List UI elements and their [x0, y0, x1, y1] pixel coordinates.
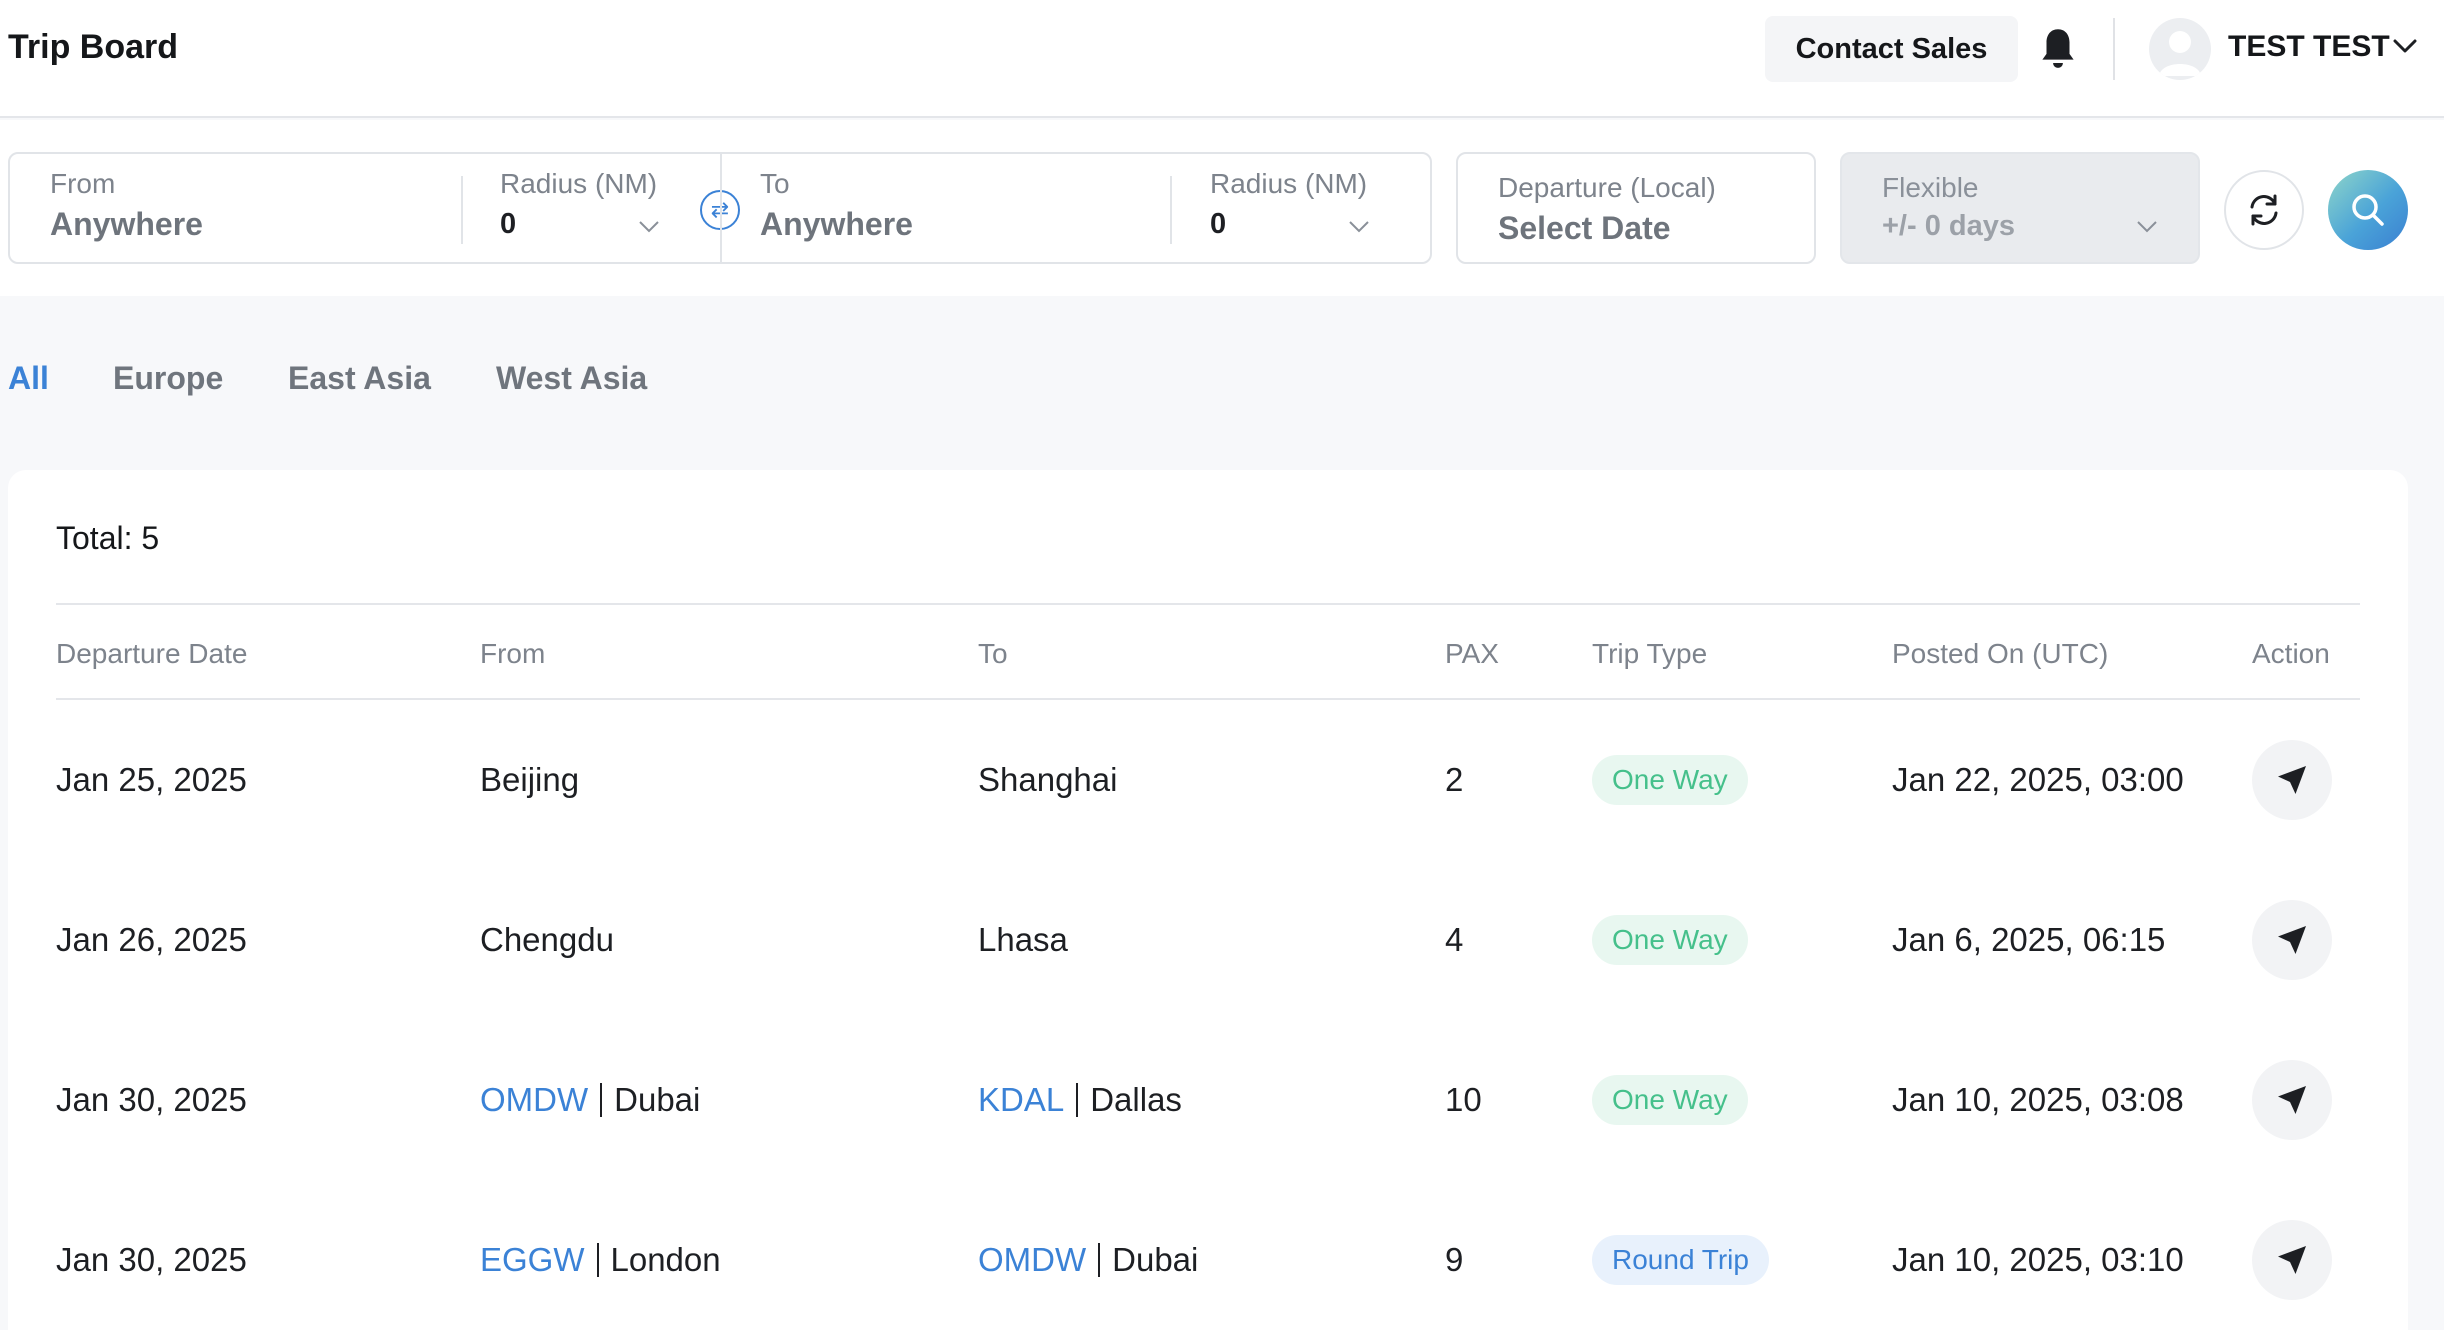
departure-label: Departure (Local): [1498, 172, 1716, 203]
user-icon: [2159, 31, 2201, 76]
to-radius-label: Radius (NM): [1210, 168, 1368, 199]
to-location: OMDW Dubai: [978, 1241, 1198, 1279]
send-request-button[interactable]: [2252, 1060, 2332, 1140]
to-label: To: [760, 168, 790, 199]
trip-type-badge: One Way: [1592, 1075, 1748, 1125]
divider: [720, 154, 722, 262]
posted-on: Jan 22, 2025, 03:00: [1892, 761, 2184, 798]
send-request-button[interactable]: [2252, 900, 2332, 980]
send-icon: [2278, 926, 2306, 954]
trips-table-card: Total: 5 Departure Date From To PAX Trip…: [8, 470, 2408, 1330]
pax-count: 10: [1445, 1081, 1482, 1118]
page-title: Trip Board: [8, 28, 179, 66]
separator: [1098, 1243, 1101, 1277]
chevron-down-icon[interactable]: [1348, 220, 1370, 234]
divider: [461, 176, 463, 244]
tab-europe[interactable]: Europe: [113, 360, 223, 397]
flexible-value[interactable]: +/- 0 days: [1882, 210, 2015, 243]
departure-value[interactable]: Select Date: [1498, 210, 1671, 247]
column-header-pax: PAX: [1445, 638, 1499, 669]
departure-date: Jan 25, 2025: [56, 761, 247, 798]
pax-count: 9: [1445, 1241, 1464, 1278]
search-button[interactable]: [2328, 170, 2408, 250]
trip-type-badge: One Way: [1592, 915, 1748, 965]
column-header-from: From: [480, 638, 546, 669]
username[interactable]: TEST TEST: [2228, 30, 2390, 64]
trip-type-badge: One Way: [1592, 755, 1748, 805]
separator: [1076, 1083, 1079, 1117]
divider: [1170, 176, 1172, 244]
route-selector: From Anywhere Radius (NM) 0 ⇄ To Anywher…: [8, 152, 1432, 264]
to-radius-select[interactable]: 0: [1210, 208, 1226, 241]
from-airport-code[interactable]: EGGW: [480, 1241, 585, 1278]
to-city: Shanghai: [978, 761, 1118, 798]
from-location: EGGW London: [480, 1241, 721, 1279]
send-icon: [2278, 766, 2306, 794]
posted-on: Jan 10, 2025, 03:08: [1892, 1081, 2184, 1118]
chevron-down-icon[interactable]: [638, 220, 660, 234]
posted-on: Jan 6, 2025, 06:15: [1892, 921, 2166, 958]
pax-count: 4: [1445, 921, 1464, 958]
chevron-down-icon[interactable]: [2136, 220, 2158, 234]
from-label: From: [50, 168, 116, 199]
column-header-trip-type: Trip Type: [1592, 638, 1708, 669]
to-location: KDAL Dallas: [978, 1081, 1182, 1119]
from-city: London: [610, 1241, 721, 1278]
to-city: Lhasa: [978, 921, 1068, 958]
search-panel: From Anywhere Radius (NM) 0 ⇄ To Anywher…: [0, 120, 2444, 296]
pax-count: 2: [1445, 761, 1464, 798]
total-count: Total: 5: [56, 520, 160, 556]
from-airport-code[interactable]: OMDW: [480, 1081, 588, 1118]
to-city: Dubai: [1112, 1241, 1199, 1278]
from-radius-select[interactable]: 0: [500, 208, 516, 241]
from-input[interactable]: Anywhere: [50, 206, 203, 243]
from-city: Dubai: [614, 1081, 701, 1118]
column-header-action: Action: [2252, 638, 2330, 669]
column-header-to: To: [978, 638, 1008, 669]
header-divider: [2113, 18, 2115, 80]
contact-sales-button[interactable]: Contact Sales: [1765, 16, 2018, 82]
column-header-posted-on: Posted On (UTC): [1892, 638, 2109, 669]
from-city: Chengdu: [480, 921, 614, 958]
column-header-departure-date: Departure Date: [56, 638, 248, 669]
separator: [600, 1083, 603, 1117]
chevron-down-icon[interactable]: [2392, 36, 2418, 56]
flexible-days-select[interactable]: Flexible +/- 0 days: [1840, 152, 2200, 264]
reset-button[interactable]: [2224, 170, 2304, 250]
tab-west-asia[interactable]: West Asia: [496, 360, 647, 397]
from-city: Beijing: [480, 761, 580, 798]
to-airport-code[interactable]: OMDW: [978, 1241, 1086, 1278]
flexible-label: Flexible: [1882, 172, 1979, 203]
table-row[interactable]: Jan 30, 2025 OMDW Dubai KDAL Dallas 10 One…: [8, 1020, 2408, 1180]
table-row[interactable]: Jan 25, 2025 Beijing Shanghai 2 One Way …: [8, 700, 2408, 860]
to-airport-code[interactable]: KDAL: [978, 1081, 1064, 1118]
from-radius-label: Radius (NM): [500, 168, 658, 199]
departure-date: Jan 30, 2025: [56, 1241, 247, 1278]
table-row[interactable]: Jan 26, 2025 Chengdu Lhasa 4 One Way Jan…: [8, 860, 2408, 1020]
to-input[interactable]: Anywhere: [760, 206, 913, 243]
top-header: Trip Board Contact Sales TEST TEST: [0, 0, 2444, 118]
table-row[interactable]: Jan 30, 2025 EGGW London OMDW Dubai 9 Roun…: [8, 1180, 2408, 1330]
divider: [56, 603, 2360, 605]
search-icon: [2352, 194, 2384, 226]
send-icon: [2278, 1086, 2306, 1114]
send-request-button[interactable]: [2252, 1220, 2332, 1300]
trip-type-badge: Round Trip: [1592, 1235, 1769, 1285]
departure-date: Jan 30, 2025: [56, 1081, 247, 1118]
to-city: Dallas: [1090, 1081, 1182, 1118]
tab-all[interactable]: All: [8, 360, 49, 397]
refresh-icon: [2250, 194, 2278, 226]
bell-icon[interactable]: [2038, 26, 2078, 72]
posted-on: Jan 10, 2025, 03:10: [1892, 1241, 2184, 1278]
departure-date: Jan 26, 2025: [56, 921, 247, 958]
avatar[interactable]: [2149, 18, 2211, 80]
departure-date-picker[interactable]: Departure (Local) Select Date: [1456, 152, 1816, 264]
send-icon: [2278, 1246, 2306, 1274]
separator: [596, 1243, 599, 1277]
tab-east-asia[interactable]: East Asia: [288, 360, 431, 397]
from-location: OMDW Dubai: [480, 1081, 700, 1119]
send-request-button[interactable]: [2252, 740, 2332, 820]
